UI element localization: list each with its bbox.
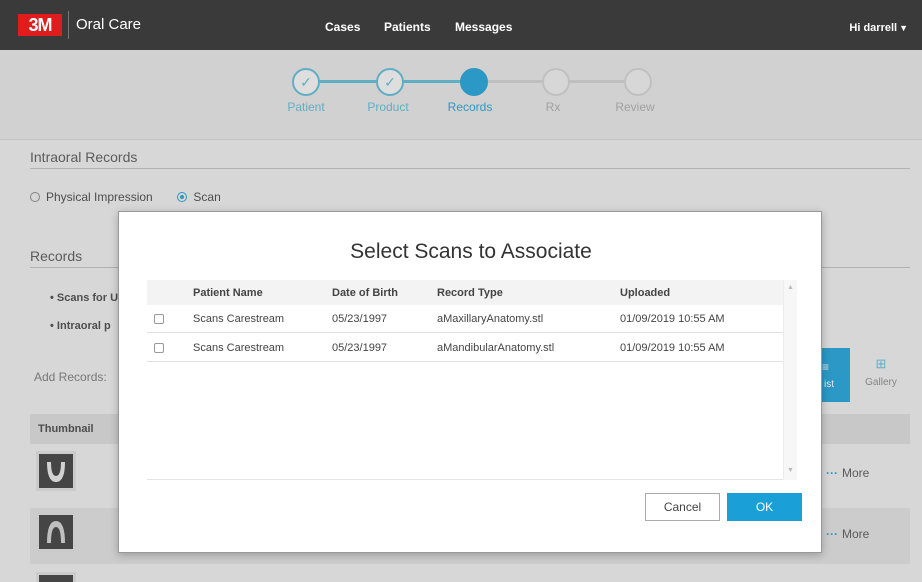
cell-date-of-birth: 05/23/1997 — [332, 342, 388, 354]
user-menu[interactable]: Hi darrell ▼ — [849, 22, 908, 34]
nav-patients[interactable]: Patients — [384, 20, 431, 34]
nav-cases[interactable]: Cases — [325, 20, 360, 34]
3m-logo[interactable]: 3M — [18, 14, 62, 36]
table-row[interactable]: Scans Carestream 05/23/1997 aMaxillaryAn… — [147, 305, 783, 333]
table-row[interactable]: Scans Carestream 05/23/1997 aMandibularA… — [147, 334, 783, 362]
cell-uploaded: 01/09/2019 10:55 AM — [620, 313, 725, 325]
scroll-up-icon[interactable]: ▲ — [787, 284, 794, 291]
dialog-title: Select Scans to Associate — [350, 240, 592, 263]
cell-record-type: aMaxillaryAnatomy.stl — [437, 313, 544, 325]
scans-table: Patient Name Date of Birth Record Type U… — [147, 280, 797, 480]
nav-messages[interactable]: Messages — [455, 20, 512, 34]
top-nav-bar: 3M Oral Care Cases Patients Messages Hi … — [0, 0, 922, 50]
user-greeting: Hi darrell — [849, 22, 898, 34]
col-record-type[interactable]: Record Type — [437, 287, 503, 299]
cell-date-of-birth: 05/23/1997 — [332, 313, 388, 325]
col-date-of-birth[interactable]: Date of Birth — [332, 287, 398, 299]
cell-uploaded: 01/09/2019 10:55 AM — [620, 342, 725, 354]
scroll-down-icon[interactable]: ▼ — [787, 467, 794, 474]
table-scrollbar[interactable]: ▲ ▼ — [783, 280, 797, 480]
cell-record-type: aMandibularAnatomy.stl — [437, 342, 555, 354]
table-header-row: Patient Name Date of Birth Record Type U… — [147, 280, 783, 305]
brand-name: Oral Care — [76, 16, 142, 33]
col-patient-name[interactable]: Patient Name — [193, 287, 263, 299]
select-scans-dialog: Select Scans to Associate Patient Name D… — [118, 211, 822, 553]
cancel-button[interactable]: Cancel — [645, 493, 720, 521]
logo-divider — [68, 11, 69, 39]
cell-patient-name: Scans Carestream — [193, 342, 285, 354]
cell-patient-name: Scans Carestream — [193, 313, 285, 325]
col-uploaded[interactable]: Uploaded — [620, 287, 670, 299]
row-checkbox[interactable] — [154, 314, 164, 324]
chevron-down-icon: ▼ — [899, 23, 908, 33]
row-checkbox[interactable] — [154, 343, 164, 353]
ok-button[interactable]: OK — [727, 493, 802, 521]
